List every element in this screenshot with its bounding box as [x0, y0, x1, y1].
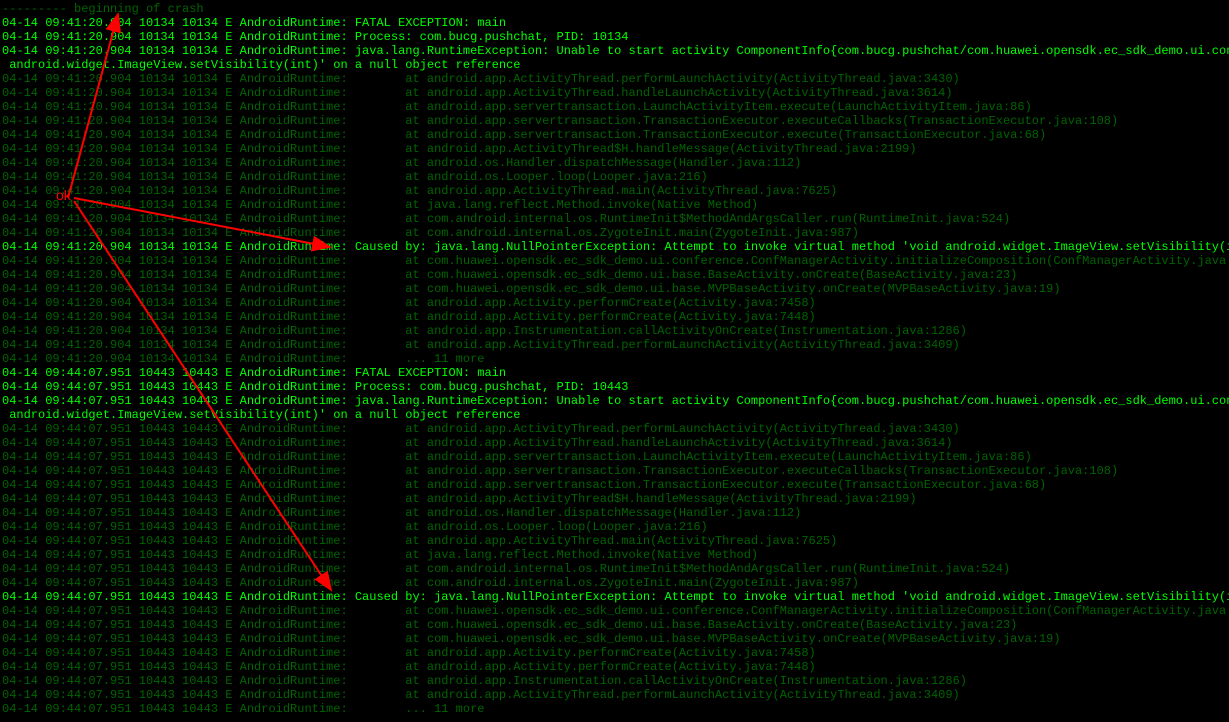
- log-line: 04-14 09:41:20.904 10134 10134 E Android…: [2, 240, 1227, 254]
- log-line: 04-14 09:44:07.951 10443 10443 E Android…: [2, 464, 1227, 478]
- log-line: android.widget.ImageView.setVisibility(i…: [2, 408, 1227, 422]
- log-line: 04-14 09:44:07.951 10443 10443 E Android…: [2, 506, 1227, 520]
- log-line: 04-14 09:41:20.904 10134 10134 E Android…: [2, 184, 1227, 198]
- log-line: 04-14 09:41:20.904 10134 10134 E Android…: [2, 142, 1227, 156]
- log-line: 04-14 09:44:07.951 10443 10443 E Android…: [2, 380, 1227, 394]
- log-line: 04-14 09:41:20.904 10134 10134 E Android…: [2, 72, 1227, 86]
- log-line: 04-14 09:44:07.951 10443 10443 E Android…: [2, 618, 1227, 632]
- log-line: 04-14 09:44:07.951 10443 10443 E Android…: [2, 450, 1227, 464]
- log-line: 04-14 09:41:20.904 10134 10134 E Android…: [2, 156, 1227, 170]
- log-line: 04-14 09:41:20.904 10134 10134 E Android…: [2, 282, 1227, 296]
- log-line: 04-14 09:44:07.951 10443 10443 E Android…: [2, 436, 1227, 450]
- log-line: 04-14 09:44:07.951 10443 10443 E Android…: [2, 562, 1227, 576]
- log-line: 04-14 09:44:07.951 10443 10443 E Android…: [2, 674, 1227, 688]
- log-line: 04-14 09:44:07.951 10443 10443 E Android…: [2, 688, 1227, 702]
- log-line: 04-14 09:41:20.904 10134 10134 E Android…: [2, 212, 1227, 226]
- log-line: 04-14 09:44:07.951 10443 10443 E Android…: [2, 646, 1227, 660]
- log-line: 04-14 09:41:20.904 10134 10134 E Android…: [2, 16, 1227, 30]
- log-line: 04-14 09:44:07.951 10443 10443 E Android…: [2, 492, 1227, 506]
- log-line: 04-14 09:41:20.904 10134 10134 E Android…: [2, 30, 1227, 44]
- log-line: 04-14 09:41:20.904 10134 10134 E Android…: [2, 128, 1227, 142]
- log-line: 04-14 09:41:20.904 10134 10134 E Android…: [2, 268, 1227, 282]
- log-line: 04-14 09:41:20.904 10134 10134 E Android…: [2, 324, 1227, 338]
- log-line: 04-14 09:44:07.951 10443 10443 E Android…: [2, 702, 1227, 716]
- log-line: 04-14 09:44:07.951 10443 10443 E Android…: [2, 366, 1227, 380]
- log-line: 04-14 09:44:07.951 10443 10443 E Android…: [2, 604, 1227, 618]
- log-line: 04-14 09:41:20.904 10134 10134 E Android…: [2, 44, 1227, 58]
- annotation-ok-label: ok: [56, 188, 71, 202]
- log-line: 04-14 09:41:20.904 10134 10134 E Android…: [2, 338, 1227, 352]
- log-line: 04-14 09:41:20.904 10134 10134 E Android…: [2, 170, 1227, 184]
- log-line: 04-14 09:44:07.951 10443 10443 E Android…: [2, 534, 1227, 548]
- log-line: 04-14 09:44:07.951 10443 10443 E Android…: [2, 590, 1227, 604]
- log-line: 04-14 09:41:20.904 10134 10134 E Android…: [2, 114, 1227, 128]
- log-line: 04-14 09:44:07.951 10443 10443 E Android…: [2, 478, 1227, 492]
- log-line: 04-14 09:41:20.904 10134 10134 E Android…: [2, 296, 1227, 310]
- log-line: 04-14 09:41:20.904 10134 10134 E Android…: [2, 352, 1227, 366]
- log-line: 04-14 09:41:20.904 10134 10134 E Android…: [2, 310, 1227, 324]
- log-line: 04-14 09:44:07.951 10443 10443 E Android…: [2, 422, 1227, 436]
- log-line: 04-14 09:41:20.904 10134 10134 E Android…: [2, 86, 1227, 100]
- log-line: 04-14 09:44:07.951 10443 10443 E Android…: [2, 520, 1227, 534]
- log-line: 04-14 09:41:20.904 10134 10134 E Android…: [2, 254, 1227, 268]
- log-line: android.widget.ImageView.setVisibility(i…: [2, 58, 1227, 72]
- log-line: 04-14 09:44:07.951 10443 10443 E Android…: [2, 576, 1227, 590]
- terminal-output[interactable]: --------- beginning of crash04-14 09:41:…: [0, 0, 1229, 722]
- log-line: --------- beginning of crash: [2, 2, 1227, 16]
- log-line: 04-14 09:44:07.951 10443 10443 E Android…: [2, 394, 1227, 408]
- log-line: 04-14 09:44:07.951 10443 10443 E Android…: [2, 548, 1227, 562]
- log-line: 04-14 09:41:20.904 10134 10134 E Android…: [2, 198, 1227, 212]
- log-line: 04-14 09:41:20.904 10134 10134 E Android…: [2, 100, 1227, 114]
- log-line: 04-14 09:44:07.951 10443 10443 E Android…: [2, 660, 1227, 674]
- log-line: 04-14 09:44:07.951 10443 10443 E Android…: [2, 632, 1227, 646]
- log-line: 04-14 09:41:20.904 10134 10134 E Android…: [2, 226, 1227, 240]
